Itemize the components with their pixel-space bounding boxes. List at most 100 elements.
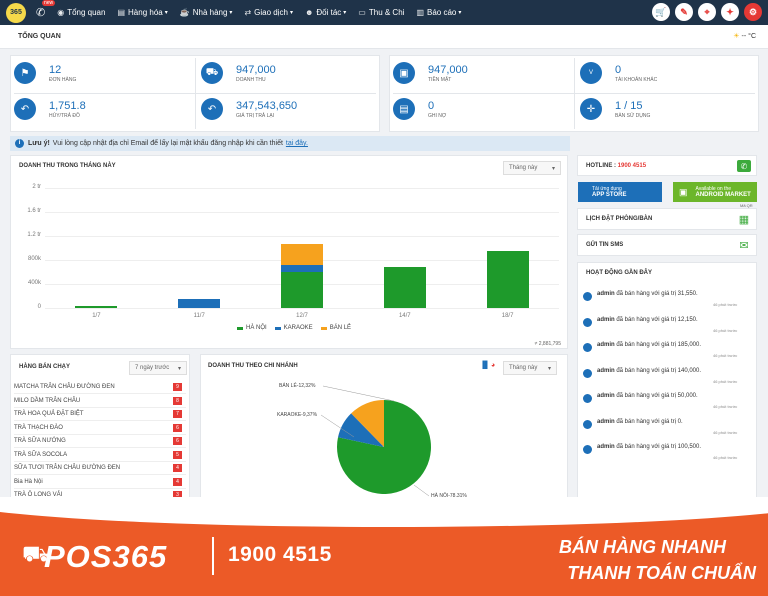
nav-label: Thu & Chi: [368, 8, 405, 17]
product-row[interactable]: SỮA TƯƠI TRÂN CHÂU ĐƯỜNG ĐEN 4: [14, 462, 186, 475]
chart-total: ≠ 2,881,795: [534, 341, 561, 347]
activity-user[interactable]: admin: [597, 419, 615, 425]
bar-hà-nội[interactable]: [281, 272, 323, 308]
bar-karaoke[interactable]: [178, 299, 221, 308]
location-icon[interactable]: ⌖: [698, 3, 716, 21]
activity-time: 46 phút trước: [713, 327, 738, 333]
activity-user[interactable]: admin: [597, 444, 615, 450]
legend-label: KARAOKE: [283, 325, 313, 331]
activity-item: admin đã bán hàng với giá trị 140,000. 46…: [583, 364, 753, 386]
id-card-icon: ▤: [393, 98, 415, 120]
hotline-number[interactable]: 1900 4515: [618, 163, 646, 169]
android-market-button[interactable]: ▣ Available on the ANDROID MARKET: [673, 182, 757, 202]
sms-row[interactable]: GỬI TIN SMS ✉: [577, 234, 757, 256]
activity-desc: đã bán hàng với giá trị 50,000.: [616, 393, 698, 399]
mail-icon: ✉: [739, 239, 749, 252]
bar-karaoke[interactable]: [281, 264, 323, 272]
top-products-title: HÀNG BÁN CHẠY: [19, 364, 70, 370]
users-icon: ☻: [304, 8, 314, 17]
product-row[interactable]: TRÀ SỮA SOCOLA 5: [14, 449, 186, 462]
activity-user[interactable]: admin: [597, 317, 615, 323]
brand-logo: POS365: [44, 539, 168, 574]
nav-item-4[interactable]: ☻ Đối tác ▾: [305, 8, 346, 17]
nav-item-2[interactable]: ☕ Nhà hàng ▾: [180, 8, 233, 17]
weather-widget: ☀ -- °C: [733, 32, 756, 40]
divider: [14, 93, 376, 94]
x-tick-label: 18/7: [501, 313, 514, 319]
legend-swatch: [274, 326, 281, 330]
activity-title: HOẠT ĐỘNG GẦN ĐÂY: [586, 270, 652, 276]
bar-hà-nội[interactable]: [486, 251, 529, 308]
nav-label: Nhà hàng: [192, 8, 228, 17]
top-products-period-select[interactable]: 7 ngày trước ▾: [129, 361, 187, 375]
nav-label: Báo cáo: [427, 8, 457, 17]
edit-icon[interactable]: ✎: [675, 3, 693, 21]
stat-item: ↶ 1,751.8 Hủy/Trả đồ: [14, 98, 86, 120]
product-row[interactable]: MATCHA TRÂN CHÂU ĐƯỜNG ĐEN 9: [14, 381, 186, 394]
nav-label: Đối tác: [316, 8, 342, 17]
notice-link[interactable]: tại đây.: [286, 140, 308, 147]
user-avatar: [583, 445, 592, 454]
product-count-badge: 4: [173, 464, 182, 472]
calendar-icon: ▦: [738, 213, 750, 226]
stat-value: 947,000: [428, 63, 468, 76]
product-row[interactable]: TRÀ SỮA NƯỚNG 6: [14, 435, 186, 448]
product-row[interactable]: Bia Hà Nội 4: [14, 476, 186, 489]
y-tick-label: 1.2 tr: [27, 232, 41, 238]
nav-item-0[interactable]: ◉ Tổng quan: [57, 8, 105, 17]
branch-revenue-card: DOANH THU THEO CHI NHÁNH ▐▌ ◕ Tháng này ▾…: [200, 354, 568, 499]
activity-time: 46 phút trước: [713, 353, 738, 358]
app-logo[interactable]: 365: [6, 2, 26, 23]
top-right-actions: 🛒 ✎ ⌖ ✦ ⚙: [647, 3, 762, 21]
stat-value: 1 / 15: [615, 99, 643, 112]
cart-icon[interactable]: 🛒: [652, 3, 670, 21]
pie-slice-label: KARAOKE-9,37%: [277, 412, 318, 418]
activity-user[interactable]: admin: [597, 368, 615, 374]
select-value: 7 ngày trước: [135, 365, 170, 371]
activity-user[interactable]: admin: [597, 393, 615, 399]
new-badge: new: [42, 0, 56, 6]
gear-icon[interactable]: ⚙: [744, 3, 762, 21]
stat-value: 947,000: [236, 63, 276, 76]
activity-user[interactable]: admin: [597, 342, 615, 348]
user-avatar: [583, 292, 592, 301]
product-name: TRÀ SỮA NƯỚNG: [14, 438, 66, 444]
hotline: HOTLINE : 1900 4515: [586, 163, 646, 169]
product-name: TRÀ HOA QUẢ ĐẶT BIỆT: [14, 411, 84, 417]
stat-label: Ghi nợ: [428, 112, 447, 119]
gridline: [45, 236, 559, 237]
product-row[interactable]: MILO DẦM TRÂN CHÂU 8: [14, 395, 186, 408]
x-tick-label: 11/7: [193, 313, 205, 319]
app-store-button[interactable]: Tải ứng dụng APP STORE: [578, 182, 662, 202]
bar-hà-nội[interactable]: [383, 266, 426, 308]
product-row[interactable]: TRÀ HOA QUẢ ĐẶT BIỆT 7: [14, 408, 186, 421]
stat-label: Đơn hàng: [49, 76, 77, 83]
chevron-down-icon: ▾: [177, 365, 181, 372]
android-icon: ▣: [679, 186, 688, 197]
nav-item-3[interactable]: ⇄ Giao dịch ▾: [244, 8, 293, 17]
phone-icon[interactable]: ✆: [737, 160, 751, 172]
activity-text: admin đã bán hàng với giá trị 12,150.: [597, 317, 698, 323]
nav-item-5[interactable]: ▭ Thu & Chi: [358, 8, 404, 17]
phone-icon[interactable]: ✆ new: [36, 0, 56, 19]
gift-icon[interactable]: ✦: [721, 3, 739, 21]
nav-item-1[interactable]: ▤ Hàng hóa ▾: [117, 8, 167, 17]
notice-text: Vui lòng cập nhật địa chỉ Email để lấy l…: [52, 140, 283, 147]
activity-time: 46 phút trước: [713, 302, 738, 307]
sms-label: GỬI TIN SMS: [586, 242, 624, 248]
chart-legend: HÀ NỘI KARAOKE BÁN LẺ: [229, 325, 351, 331]
bar-bán-lẻ[interactable]: [281, 244, 323, 265]
caret-down-icon: ▾: [458, 10, 462, 16]
stat-label: Bàn sử dụng: [615, 112, 651, 119]
activity-desc: đã bán hàng với giá trị 140,000.: [616, 367, 702, 374]
bar-hà-nội[interactable]: [75, 306, 118, 308]
booking-row[interactable]: LỊCH ĐẶT PHÒNG/BÀN ▦: [577, 208, 757, 230]
product-row[interactable]: TRÀ THẠCH ĐÀO 6: [14, 422, 186, 435]
nav-item-6[interactable]: ▥ Báo cáo ▾: [416, 8, 461, 17]
banner-hotline: 1900 4515: [228, 543, 332, 566]
activity-text: admin đã bán hàng với giá trị 140,000.: [597, 368, 701, 374]
activity-user[interactable]: admin: [597, 291, 615, 297]
y-tick-label: 800k: [27, 256, 41, 262]
page-header: TỔNG QUAN ☀ -- °C: [0, 25, 768, 49]
product-count-badge: 9: [173, 383, 182, 391]
